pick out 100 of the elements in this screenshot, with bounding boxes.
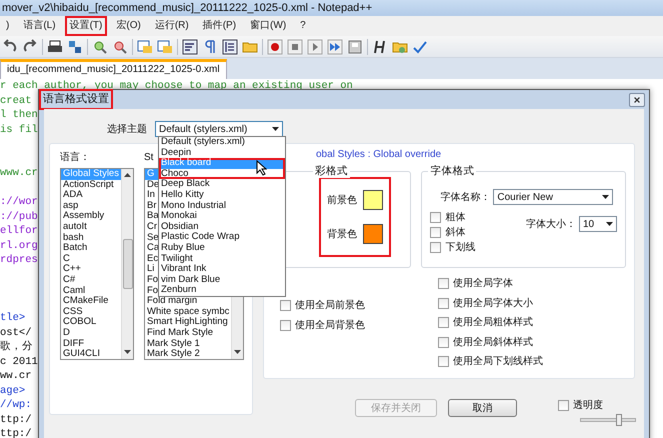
checkbox[interactable] <box>430 227 442 238</box>
code-line: rl.org <box>0 238 38 253</box>
color-swatch[interactable] <box>363 224 383 244</box>
checkbox-label: 下划线 <box>445 240 476 255</box>
indent-guide-icon[interactable] <box>222 38 238 54</box>
list-item[interactable]: asp <box>61 200 121 212</box>
list-item[interactable]: COBOL <box>61 317 121 328</box>
printer-icon[interactable] <box>47 38 63 54</box>
dropdown-option[interactable]: Mono Industrial <box>159 200 285 212</box>
list-item[interactable]: ADA <box>61 190 121 201</box>
fast-forward-icon[interactable] <box>327 38 343 54</box>
menu-item[interactable]: 宏(O) <box>111 16 146 36</box>
list-item[interactable]: DIFF <box>61 338 121 350</box>
record-icon[interactable] <box>267 38 283 54</box>
window-title: mover_v2\hibaidu_[recommend_music]_20111222_1025-0.xml - Notepad++ <box>0 0 663 16</box>
list-item[interactable]: White space symbc <box>145 306 231 318</box>
list-item[interactable]: Batch <box>61 243 121 254</box>
list-item[interactable]: Mark Style 1 <box>145 338 231 350</box>
code-line: www.cr <box>0 166 38 180</box>
checkbox[interactable] <box>438 317 449 328</box>
redo-icon[interactable] <box>22 38 38 54</box>
dropdown-option[interactable]: Plastic Code Wrap <box>159 232 285 243</box>
window-icon[interactable] <box>137 38 153 54</box>
list-item[interactable]: Caml <box>61 286 121 296</box>
wrap-icon[interactable] <box>182 38 198 54</box>
slider-thumb[interactable] <box>616 414 622 426</box>
italic-h-icon[interactable] <box>372 38 388 54</box>
list-item[interactable]: ActionScript <box>61 180 121 190</box>
checkbox-label: 使用全局粗体样式 <box>453 316 533 330</box>
list-item[interactable]: C# <box>61 274 121 286</box>
dropdown-option[interactable]: Ruby Blue <box>159 242 285 254</box>
font-size-select[interactable]: 10 <box>579 216 617 232</box>
scrollbar-thumb[interactable] <box>122 238 132 288</box>
theme-select[interactable]: Default (stylers.xml) <box>155 121 283 137</box>
play-icon[interactable] <box>307 38 323 54</box>
stop-icon[interactable] <box>287 38 303 54</box>
checkbox[interactable] <box>430 242 442 253</box>
checkbox[interactable] <box>438 298 449 309</box>
dropdown-option[interactable]: Twilight <box>159 254 285 264</box>
code-line: //wp: <box>0 398 32 412</box>
list-item[interactable]: C <box>61 254 121 264</box>
dropdown-option[interactable]: vim Dark Blue <box>159 274 285 286</box>
list-item[interactable]: Find Mark Style <box>145 328 231 338</box>
spellcheck-icon[interactable] <box>412 38 428 54</box>
dropdown-option[interactable]: Default (stylers.xml) <box>159 137 285 148</box>
list-item[interactable]: GUI4CLI <box>61 349 121 359</box>
caret-icon <box>272 127 279 131</box>
file-tab[interactable]: idu_[recommend_music]_20111222_1025-0.xml <box>0 59 227 79</box>
menu-item[interactable]: ? <box>295 16 311 36</box>
cursor-icon <box>256 160 267 176</box>
dropdown-option[interactable]: Choco <box>159 168 285 180</box>
list-item[interactable]: D <box>61 328 121 338</box>
save-macro-icon[interactable] <box>347 38 363 54</box>
list-item[interactable]: bash <box>61 232 121 244</box>
zoom-in-icon[interactable] <box>92 38 108 54</box>
up-arrow-icon <box>124 173 131 177</box>
checkbox[interactable] <box>280 300 291 310</box>
list-item[interactable]: C++ <box>61 264 121 275</box>
dropdown-option[interactable]: Vibrant Ink <box>159 264 285 275</box>
dropdown-option[interactable]: Monokai <box>159 211 285 222</box>
window-icon[interactable] <box>157 38 173 54</box>
checkbox[interactable] <box>438 336 449 348</box>
checkbox-label: 使用全局斜体样式 <box>453 336 533 350</box>
checkbox-label: 使用全局字体 <box>453 276 513 292</box>
menu-item[interactable]: ) <box>1 16 14 36</box>
code-line: c 2011 <box>0 354 38 369</box>
menu-item[interactable]: 运行(R) <box>150 16 194 36</box>
dropdown-option[interactable]: Hello Kitty <box>159 190 285 201</box>
field-label: 字体名称： <box>440 190 490 204</box>
color-swatch[interactable] <box>363 190 383 210</box>
list-item[interactable]: Mark Style 2 <box>145 349 231 359</box>
menu-item[interactable]: 设置(T) <box>64 16 108 36</box>
undo-icon[interactable] <box>2 38 18 54</box>
zoom-out-icon[interactable] <box>112 38 128 54</box>
close-button[interactable] <box>629 92 645 106</box>
squares-icon[interactable] <box>67 38 83 54</box>
checkbox[interactable] <box>558 400 569 410</box>
list-item[interactable]: Fold margin <box>145 296 231 307</box>
checkbox[interactable] <box>280 320 291 330</box>
checkbox[interactable] <box>438 278 449 290</box>
list-item[interactable]: Smart HighLighting <box>145 317 231 328</box>
font-name-select[interactable]: Courier New <box>493 189 614 205</box>
dropdown-option[interactable]: Deep Black <box>159 179 285 190</box>
dropdown-option[interactable]: Zenburn <box>159 285 285 296</box>
checkbox[interactable] <box>438 356 449 368</box>
code-line: ttp:/ <box>0 412 32 427</box>
checkbox[interactable] <box>430 212 442 223</box>
list-item[interactable]: autoIt <box>61 222 121 233</box>
menu-item[interactable]: 语言(L) <box>18 16 61 36</box>
list-item[interactable]: CSS <box>61 306 121 318</box>
list-item[interactable]: CMakeFile <box>61 296 121 307</box>
down-arrow-icon <box>234 350 241 354</box>
scrollbar[interactable] <box>121 169 133 359</box>
menu-item[interactable]: 插件(P) <box>198 16 242 36</box>
list-item[interactable]: Assembly <box>61 211 121 222</box>
dialog-button[interactable]: 取消 <box>448 399 517 417</box>
dropdown-option[interactable]: Deepin <box>159 148 285 158</box>
field-label: 字体大小： <box>526 218 576 232</box>
menu-item[interactable]: 窗口(W) <box>245 16 292 36</box>
dropdown-option[interactable]: Obsidian <box>159 222 285 232</box>
